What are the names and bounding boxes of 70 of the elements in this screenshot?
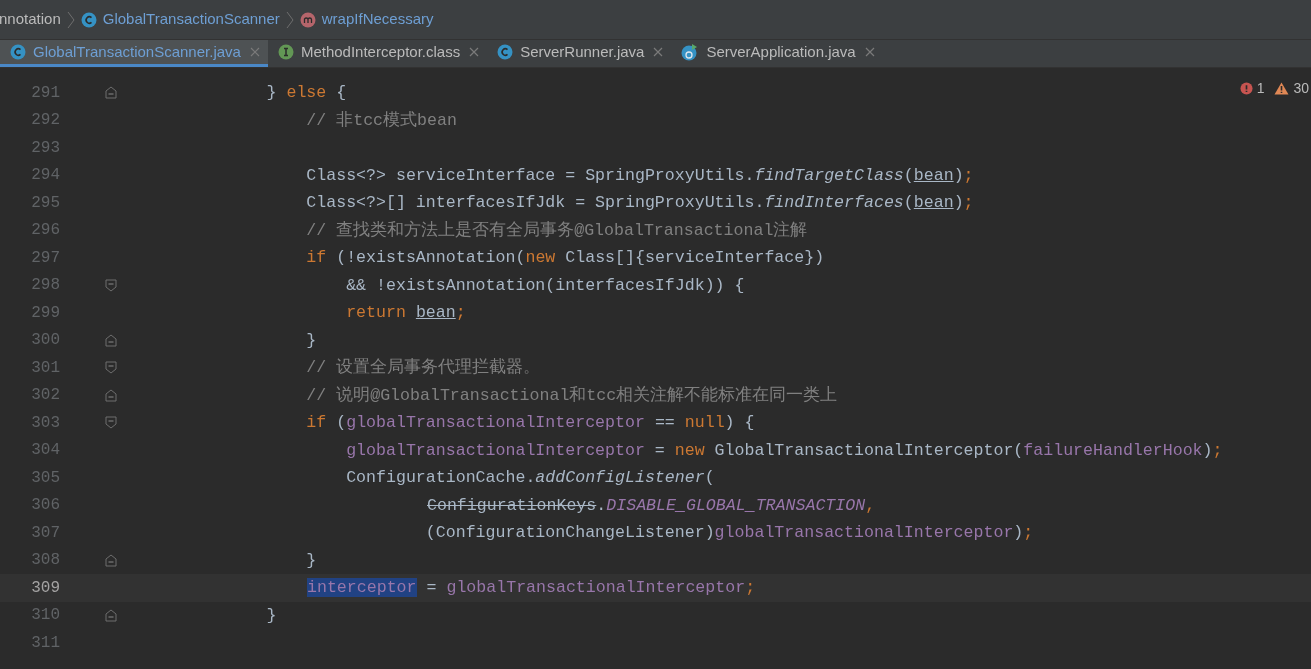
code-line: interceptor = globalTransactionalInterceptor;	[306, 577, 756, 599]
code-line: globalTransactionalInterceptor = new GlobalTransactionalInterceptor(failureHandlerHook);	[345, 439, 1223, 462]
close-icon[interactable]	[864, 47, 875, 57]
breadcrumb-item[interactable]: nnotation	[0, 8, 61, 31]
line-number: 302	[30, 385, 61, 407]
line-number: 303	[30, 412, 61, 434]
warning-count: 30	[1293, 79, 1309, 98]
close-icon[interactable]	[469, 47, 480, 57]
close-icon[interactable]	[249, 47, 260, 57]
line-number: 308	[30, 550, 61, 572]
editor-tab[interactable]: ServerRunner.java	[487, 40, 672, 67]
method-icon	[299, 11, 316, 28]
line-number: 295	[30, 192, 61, 214]
fold-marker-icon[interactable]	[105, 86, 117, 100]
line-number: 305	[30, 467, 61, 489]
fold-marker-icon[interactable]	[105, 333, 117, 347]
breadcrumb-item[interactable]: GlobalTransactionScanner	[102, 8, 280, 31]
error-icon[interactable]	[1239, 82, 1253, 95]
class-icon	[80, 11, 97, 28]
class-icon	[497, 44, 514, 60]
chevron-icon	[66, 10, 75, 29]
code-line: }	[305, 549, 317, 572]
code-line: Class<?>[] interfacesIfJdk = SpringProxyUtils.findInterfaces(bean);	[305, 192, 974, 214]
code-line: ConfigurationCache.addConfigListener(	[345, 467, 715, 489]
line-number: 311	[30, 632, 61, 654]
code-line: (ConfigurationChangeListener)globalTransactionalInterceptor);	[424, 522, 1034, 544]
code-line: } else {	[265, 82, 347, 104]
fold-marker-icon[interactable]	[105, 416, 117, 430]
interface-icon	[277, 44, 294, 60]
code-line: // 非tcc模式bean	[305, 109, 457, 132]
class-icon	[10, 44, 26, 60]
line-number: 304	[30, 440, 61, 462]
code-line: if (globalTransactionalInterceptor == null) {	[305, 412, 755, 434]
editor-tab[interactable]: ServerApplication.java	[671, 40, 883, 67]
fold-marker-icon[interactable]	[105, 361, 117, 375]
code-line: Class<?> serviceInterface = SpringProxyUtils.findTargetClass(bean);	[305, 164, 974, 187]
line-number: 291	[30, 82, 61, 104]
error-count: 1	[1256, 79, 1265, 98]
line-number: 299	[30, 302, 61, 324]
code-line: return bean;	[345, 302, 466, 324]
close-icon[interactable]	[653, 47, 664, 57]
line-number: 296	[30, 220, 61, 242]
fold-marker-icon[interactable]	[105, 388, 117, 402]
line-number: 297	[30, 247, 61, 269]
editor-tab[interactable]: GlobalTransactionScanner.java	[0, 40, 268, 67]
line-number: 300	[30, 330, 61, 352]
fold-marker-icon[interactable]	[105, 608, 117, 622]
editor-tab[interactable]: MethodInterceptor.class	[267, 40, 488, 67]
breadcrumb-item[interactable]: wrapIfNecessary	[321, 8, 434, 31]
chevron-icon	[285, 10, 294, 29]
line-number: 307	[30, 522, 61, 544]
code-line: && !existsAnnotation(interfacesIfJdk)) {	[345, 274, 745, 297]
line-number: 298	[30, 275, 61, 297]
line-number: 293	[30, 137, 61, 159]
code-line: // 说明@GlobalTransactional和tcc相关注解不能标准在同一类上	[305, 384, 838, 407]
fold-marker-icon[interactable]	[105, 278, 117, 292]
code-line: }	[305, 329, 317, 352]
fold-marker-icon[interactable]	[105, 553, 117, 567]
code-line: if (!existsAnnotation(new Class[]{serviceInterface})	[305, 247, 825, 269]
line-number: 309	[30, 577, 61, 599]
code-line: // 查找类和方法上是否有全局事务@GlobalTransactional注解	[305, 219, 808, 242]
code-line: ConfigurationKeys.DISABLE_GLOBAL_TRANSACTION,	[426, 494, 876, 517]
code-line: }	[265, 604, 277, 627]
warning-icon[interactable]	[1274, 82, 1290, 95]
code-line: // 设置全局事务代理拦截器。	[305, 357, 541, 379]
line-number: 310	[30, 605, 61, 627]
line-number: 301	[30, 357, 61, 379]
line-number: 294	[30, 165, 61, 187]
line-number: 292	[30, 110, 61, 132]
line-number: 306	[30, 495, 61, 517]
